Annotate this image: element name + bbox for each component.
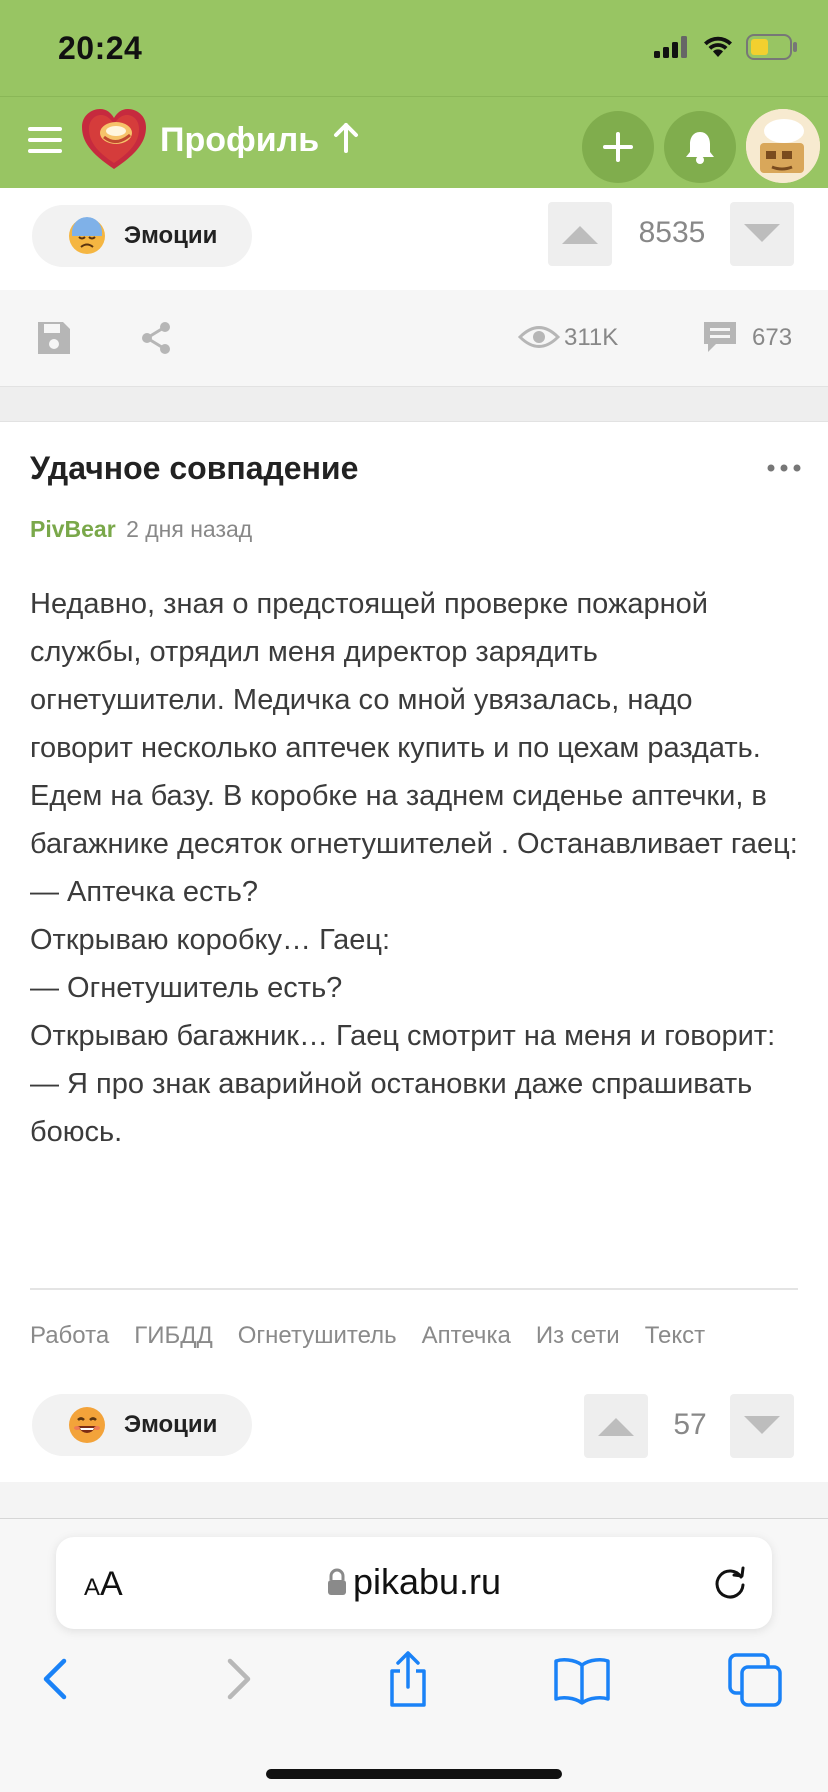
add-post-button[interactable] [582, 111, 654, 183]
status-bar: 20:24 [0, 0, 828, 96]
avatar[interactable] [746, 109, 820, 183]
post-paragraph: Открываю багажник… Гаец смотрит на меня … [30, 1020, 776, 1052]
comments-icon[interactable] [702, 320, 738, 354]
post-paragraph: — Огнетушитель есть? [30, 972, 343, 1004]
tag-link[interactable]: ГИБДД [134, 1322, 213, 1350]
home-indicator [266, 1769, 562, 1779]
post-actions-bar-partial [0, 1482, 828, 1522]
app-header: Профиль [0, 96, 828, 188]
tag-link[interactable]: Огнетушитель [238, 1322, 397, 1350]
tags-divider [30, 1288, 798, 1290]
downvote-button[interactable] [730, 202, 794, 266]
triangle-down-icon [744, 1416, 780, 1434]
post-paragraph: Недавно, зная о предстоящей проверке пож… [30, 588, 798, 860]
more-options-icon[interactable] [766, 460, 802, 476]
emotions-button[interactable]: Эмоции [32, 205, 252, 267]
emotions-label: Эмоции [124, 1411, 218, 1438]
address-bar[interactable]: AA pikabu.ru [56, 1537, 772, 1629]
post-body: Недавно, зная о предстоящей проверке пож… [30, 580, 800, 1156]
rating-count: 8535 [638, 216, 706, 249]
post-actions-bar: 311K 673 [0, 290, 828, 386]
triangle-up-icon [598, 1418, 634, 1436]
comments-count[interactable]: 673 [752, 324, 792, 352]
post-tags: Работа ГИБДД Огнетушитель Аптечка Из сет… [30, 1322, 705, 1350]
save-icon[interactable] [36, 320, 72, 356]
wifi-icon [704, 36, 732, 57]
arrow-up-icon[interactable] [332, 121, 360, 155]
downvote-button[interactable] [730, 1394, 794, 1458]
page-title[interactable]: Профиль [160, 121, 319, 160]
back-icon[interactable] [28, 1649, 88, 1709]
sad-face-emoji-icon [69, 217, 105, 254]
post-paragraph: — Я про знак аварийной остановки даже сп… [30, 1068, 753, 1148]
post-paragraph: — Аптечка есть? [30, 876, 258, 908]
reload-icon[interactable] [710, 1563, 750, 1603]
emotions-button[interactable]: Эмоции [32, 1394, 252, 1456]
post-title[interactable]: Удачное совпадение [30, 450, 358, 487]
menu-icon[interactable] [28, 125, 62, 155]
tag-link[interactable]: Работа [30, 1322, 109, 1350]
post-meta: PivBear 2 дня назад [30, 516, 252, 543]
views-count: 311K [564, 324, 619, 351]
browser-toolbar: AA pikabu.ru [0, 1518, 828, 1792]
battery-icon [746, 34, 797, 60]
tabs-icon[interactable] [726, 1649, 786, 1709]
post-time: 2 дня назад [126, 516, 253, 542]
upvote-button[interactable] [584, 1394, 648, 1458]
upvote-button[interactable] [548, 202, 612, 266]
post-paragraph: Открываю коробку… Гаец: [30, 924, 391, 956]
status-time: 20:24 [58, 30, 143, 66]
pikabu-logo-icon[interactable] [80, 107, 148, 173]
url-display[interactable]: pikabu.ru [56, 1561, 772, 1603]
notifications-button[interactable] [664, 111, 736, 183]
eye-icon [518, 326, 560, 348]
triangle-up-icon [562, 226, 598, 244]
emotions-label: Эмоции [124, 222, 218, 249]
post-author-link[interactable]: PivBear [30, 516, 116, 542]
tag-link[interactable]: Аптечка [422, 1322, 511, 1350]
rating-count: 57 [673, 1408, 707, 1441]
triangle-down-icon [744, 224, 780, 242]
url-text: pikabu.ru [352, 1561, 502, 1602]
cellular-signal-icon [654, 36, 687, 58]
bookmarks-icon[interactable] [552, 1649, 612, 1709]
lock-icon [327, 1568, 346, 1595]
tag-link[interactable]: Из сети [536, 1322, 620, 1350]
smiling-face-emoji-icon [69, 1407, 105, 1443]
post-separator [0, 386, 828, 422]
status-icons [654, 34, 798, 60]
share-icon[interactable] [138, 320, 174, 356]
forward-icon[interactable] [206, 1649, 266, 1709]
plus-icon [603, 132, 633, 162]
tag-link[interactable]: Текст [645, 1322, 705, 1350]
share-icon[interactable] [378, 1649, 438, 1709]
avatar-image [746, 109, 820, 183]
bell-icon [686, 132, 714, 164]
